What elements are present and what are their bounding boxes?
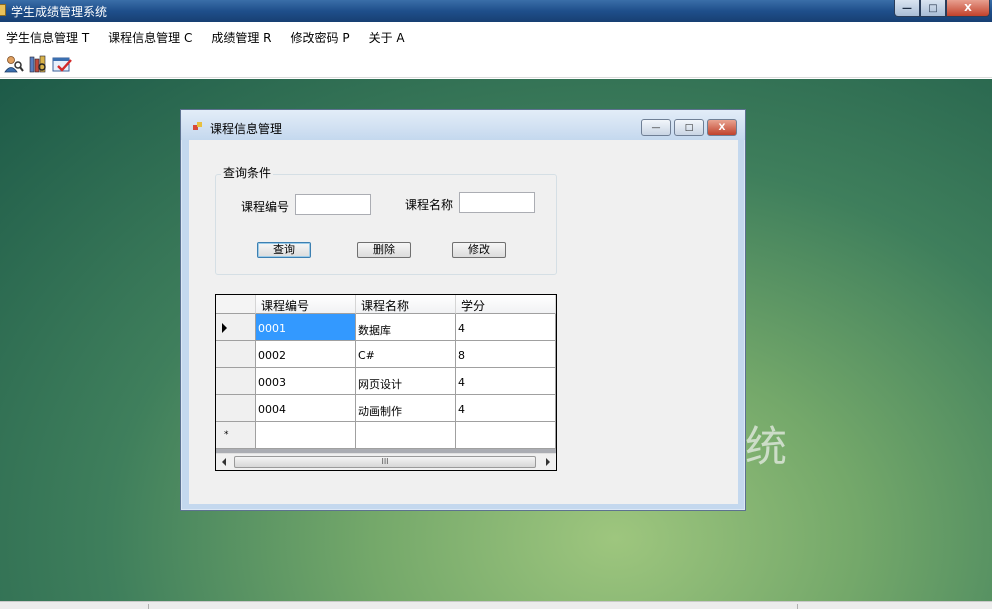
child-window-controls: — □ X	[638, 119, 737, 136]
cell-credit[interactable]	[456, 422, 556, 449]
course-id-input[interactable]	[295, 194, 371, 215]
table-row[interactable]: 0004 动画制作 4	[216, 395, 556, 422]
edit-button[interactable]: 修改	[452, 242, 506, 258]
student-info-icon[interactable]	[3, 53, 24, 74]
query-button[interactable]: 查询	[257, 242, 311, 258]
child-window-icon	[193, 122, 202, 130]
status-separator	[797, 604, 798, 609]
query-group-legend: 查询条件	[221, 164, 274, 181]
new-row[interactable]: *	[216, 422, 556, 449]
menu-grades[interactable]: 成绩管理 R	[211, 29, 271, 46]
app-icon	[0, 4, 6, 16]
minimize-button[interactable]: —	[894, 0, 920, 17]
new-row-marker: *	[224, 430, 229, 440]
course-id-label: 课程编号	[241, 200, 290, 214]
scroll-right-icon[interactable]	[546, 458, 550, 466]
cell-course-name[interactable]: 数据库	[356, 314, 456, 341]
current-row-arrow-icon	[222, 323, 227, 333]
course-name-label: 课程名称	[405, 198, 454, 212]
scroll-left-icon[interactable]	[222, 458, 226, 466]
cell-course-id[interactable]: 0003	[256, 368, 356, 395]
table-row[interactable]: 0002 C# 8	[216, 341, 556, 368]
column-header-course-name[interactable]: 课程名称	[356, 295, 456, 314]
toolbar	[0, 50, 992, 78]
cell-course-id[interactable]: 0001	[256, 314, 356, 341]
cell-credit[interactable]: 4	[456, 368, 556, 395]
menu-change-password[interactable]: 修改密码 P	[291, 29, 350, 46]
cell-course-id[interactable]	[256, 422, 356, 449]
delete-button[interactable]: 删除	[357, 242, 411, 258]
cell-course-id[interactable]: 0004	[256, 395, 356, 422]
main-titlebar: 学生成绩管理系统 — □ X	[0, 0, 992, 22]
status-bar	[0, 601, 992, 609]
grid-corner	[216, 295, 256, 314]
menu-about[interactable]: 关于 A	[369, 29, 405, 46]
grade-check-icon[interactable]	[51, 53, 72, 74]
row-header[interactable]	[216, 368, 256, 395]
cell-credit[interactable]: 4	[456, 395, 556, 422]
child-maximize-button[interactable]: □	[674, 119, 704, 136]
row-header[interactable]	[216, 341, 256, 368]
child-client-area: 查询条件 课程编号 课程名称 查询 删除 修改 课程编号 课程名称 学分 000…	[189, 140, 738, 504]
app-title: 学生成绩管理系统	[11, 5, 108, 19]
course-data-grid[interactable]: 课程编号 课程名称 学分 0001 数据库 4 0002 C# 8 0003 网…	[215, 294, 557, 471]
cell-credit[interactable]: 8	[456, 341, 556, 368]
cell-course-id[interactable]: 0002	[256, 341, 356, 368]
course-info-window: 课程信息管理 — □ X 查询条件 课程编号 课程名称 查询 删除 修改 课程编…	[180, 109, 746, 511]
grid-header: 课程编号 课程名称 学分	[216, 295, 556, 314]
maximize-button[interactable]: □	[920, 0, 946, 17]
cell-course-name[interactable]: 网页设计	[356, 368, 456, 395]
row-header[interactable]	[216, 314, 256, 341]
child-close-button[interactable]: X	[707, 119, 737, 136]
course-books-icon[interactable]	[27, 53, 48, 74]
close-button[interactable]: X	[946, 0, 990, 17]
query-groupbox	[215, 174, 557, 275]
window-controls: — □ X	[894, 0, 990, 17]
scroll-thumb[interactable]: III	[234, 456, 536, 468]
column-header-course-id[interactable]: 课程编号	[256, 295, 356, 314]
course-name-input[interactable]	[459, 192, 535, 213]
menu-student-info[interactable]: 学生信息管理 T	[6, 29, 89, 46]
table-row[interactable]: 0001 数据库 4	[216, 314, 556, 341]
menu-bar: 学生信息管理 T 课程信息管理 C 成绩管理 R 修改密码 P 关于 A	[0, 24, 992, 50]
column-header-credit[interactable]: 学分	[456, 295, 556, 314]
horizontal-scrollbar[interactable]: III	[216, 453, 556, 470]
cell-course-name[interactable]: 动画制作	[356, 395, 456, 422]
row-header[interactable]	[216, 395, 256, 422]
cell-course-name[interactable]	[356, 422, 456, 449]
status-separator	[148, 604, 149, 609]
cell-course-name[interactable]: C#	[356, 341, 456, 368]
cell-credit[interactable]: 4	[456, 314, 556, 341]
child-minimize-button[interactable]: —	[641, 119, 671, 136]
table-row[interactable]: 0003 网页设计 4	[216, 368, 556, 395]
child-window-title: 课程信息管理	[210, 122, 283, 136]
row-header[interactable]: *	[216, 422, 256, 449]
background-title-fragment: 统	[745, 422, 788, 471]
child-titlebar: 课程信息管理 — □ X	[181, 110, 745, 140]
menu-course-info[interactable]: 课程信息管理 C	[108, 29, 192, 46]
